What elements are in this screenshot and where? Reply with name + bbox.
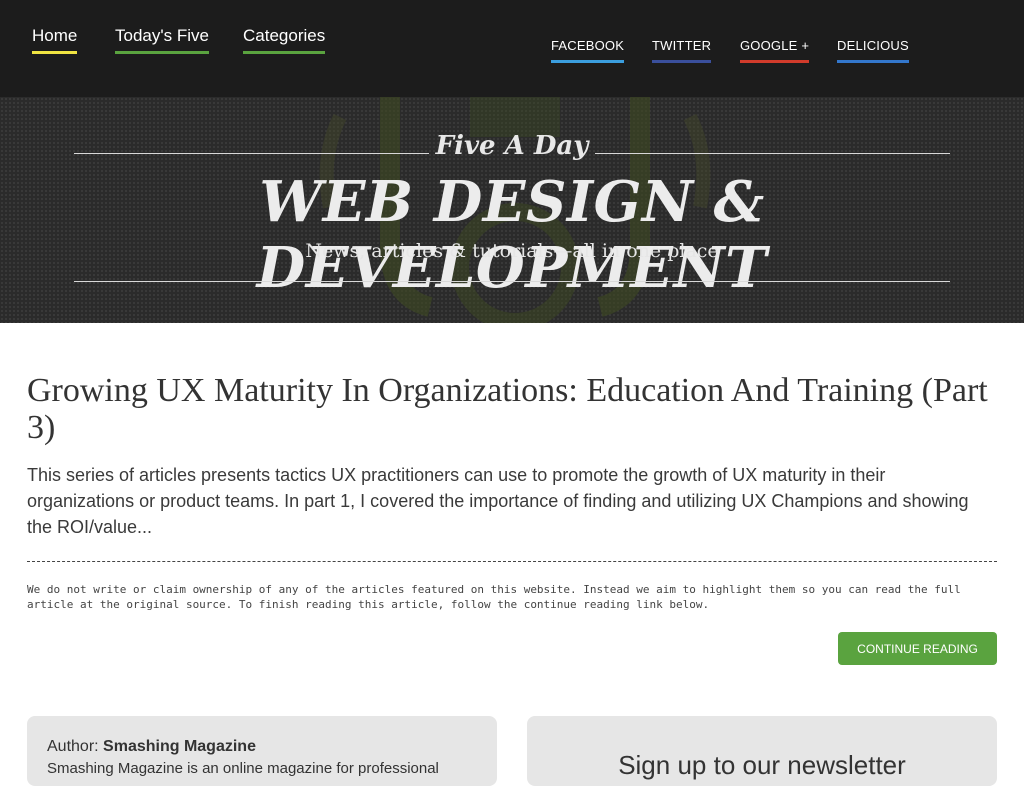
author-bio: Smashing Magazine is an online magazine … — [47, 760, 439, 777]
article-excerpt: This series of articles presents tactics… — [27, 465, 969, 537]
author-name[interactable]: Smashing Magazine — [103, 738, 256, 755]
author-label: Author: — [47, 738, 99, 755]
site-tagline: Five A Day — [435, 131, 589, 161]
author-card: Author: Smashing Magazine Smashing Magaz… — [27, 716, 497, 786]
delicious-link[interactable]: DELICIOUS — [837, 38, 909, 63]
nav-home-link[interactable]: Home — [32, 26, 78, 54]
ownership-disclaimer: We do not write or claim ownership of an… — [27, 583, 961, 611]
continue-reading-button[interactable]: CONTINUE READING — [838, 632, 997, 665]
hero-banner: Five A Day WEB DESIGN & DEVELOPMENT News… — [0, 97, 1024, 323]
google-plus-link[interactable]: GOOGLE + — [740, 38, 810, 63]
article-title[interactable]: Growing UX Maturity In Organizations: Ed… — [27, 372, 997, 446]
author-line: Author: Smashing Magazine — [47, 738, 256, 756]
facebook-link[interactable]: FACEBOOK — [551, 38, 625, 63]
dashed-divider — [27, 561, 997, 562]
top-navigation-bar: Home Today's Five Categories FACEBOOK TW… — [0, 0, 1024, 97]
nav-categories-link[interactable]: Categories — [243, 26, 326, 54]
site-subtitle: News, articles & tutorials—all in one pl… — [305, 240, 719, 262]
nav-todays-five-link[interactable]: Today's Five — [115, 26, 209, 54]
newsletter-title: Sign up to our newsletter — [618, 750, 906, 780]
twitter-link[interactable]: TWITTER — [652, 38, 712, 63]
hero-bottom-rule — [74, 281, 950, 282]
newsletter-card: Sign up to our newsletter — [527, 716, 997, 786]
